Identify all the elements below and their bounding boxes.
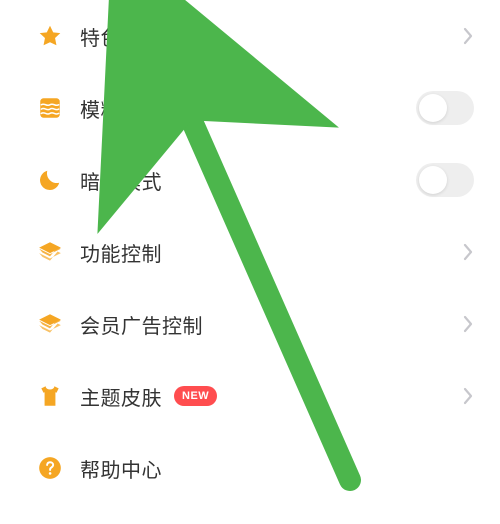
settings-list: 特色功能 模糊效果 暗黑模式 功能控制 [0, 0, 500, 504]
settings-item-label: 功能控制 [80, 238, 162, 267]
settings-item-label: 特色功能 [80, 22, 162, 51]
settings-item-special-features[interactable]: 特色功能 [0, 0, 500, 72]
settings-item-help-center[interactable]: 帮助中心 [0, 432, 500, 504]
settings-item-blur-effect[interactable]: 模糊效果 [0, 72, 500, 144]
toggle-switch[interactable] [416, 91, 474, 125]
settings-item-label: 主题皮肤 [80, 382, 162, 411]
help-icon [36, 454, 64, 482]
settings-item-dark-mode[interactable]: 暗黑模式 [0, 144, 500, 216]
chevron-right-icon [462, 386, 474, 406]
settings-item-label: 会员广告控制 [80, 310, 203, 339]
new-badge: NEW [174, 386, 217, 406]
stack-icon [36, 238, 64, 266]
star-icon [36, 22, 64, 50]
toggle-switch[interactable] [416, 163, 474, 197]
chevron-right-icon [462, 314, 474, 334]
settings-item-member-ad-control[interactable]: 会员广告控制 [0, 288, 500, 360]
chevron-right-icon [462, 26, 474, 46]
tshirt-icon [36, 382, 64, 410]
settings-item-label: 模糊效果 [80, 94, 162, 123]
stack-icon [36, 310, 64, 338]
moon-icon [36, 166, 64, 194]
settings-item-theme-skin[interactable]: 主题皮肤 NEW [0, 360, 500, 432]
layers-wave-icon [36, 94, 64, 122]
settings-item-label: 帮助中心 [80, 454, 162, 483]
settings-item-label: 暗黑模式 [80, 166, 162, 195]
settings-item-feature-control[interactable]: 功能控制 [0, 216, 500, 288]
chevron-right-icon [462, 242, 474, 262]
